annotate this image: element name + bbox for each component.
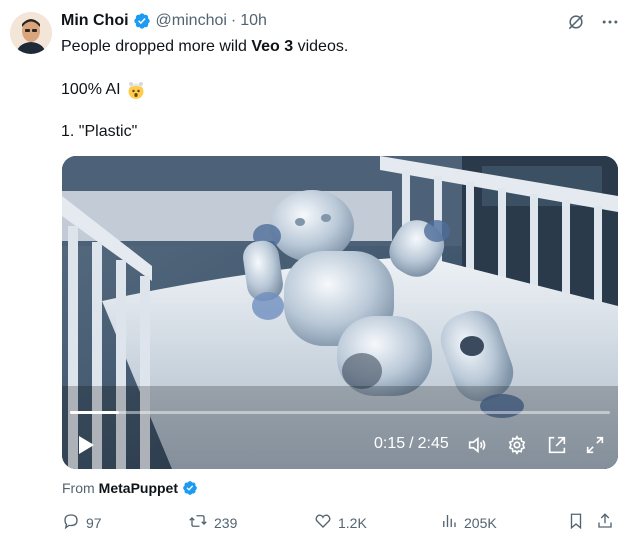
views-icon	[440, 512, 458, 533]
reply-button[interactable]: 97	[62, 512, 102, 533]
grok-icon[interactable]	[566, 12, 586, 32]
views-button[interactable]: 205K	[440, 512, 497, 533]
verified-badge-icon	[182, 480, 198, 496]
bookmark-icon	[567, 512, 585, 533]
tweet-time[interactable]: 10h	[240, 12, 267, 30]
video-time-separator: /	[409, 435, 414, 452]
views-count: 205K	[464, 514, 497, 531]
tweet-text-line-2: 100% AI	[61, 80, 146, 100]
settings-icon[interactable]	[506, 434, 528, 456]
text-bold: Veo 3	[251, 38, 294, 55]
video-source-attribution: From MetaPuppet	[62, 480, 198, 496]
play-icon[interactable]	[76, 434, 96, 456]
source-prefix: From	[62, 480, 95, 496]
tweet-text-line-3: 1. "Plastic"	[61, 123, 138, 140]
volume-icon[interactable]	[466, 434, 488, 456]
like-icon	[314, 512, 332, 533]
share-button[interactable]	[596, 512, 614, 533]
tweet-top-actions	[566, 12, 620, 32]
text-prefix: People dropped more wild	[61, 38, 252, 55]
retweet-count: 239	[214, 514, 238, 531]
video-frame	[62, 156, 618, 469]
video-progress-bar[interactable]	[70, 411, 610, 414]
avatar[interactable]	[10, 12, 52, 54]
verified-badge-icon	[133, 12, 151, 30]
like-button[interactable]: 1.2K	[314, 512, 367, 533]
header-separator: ·	[230, 12, 237, 29]
video-timecode: 0:15 / 2:45	[374, 435, 449, 453]
retweet-icon	[188, 512, 208, 533]
text-ai-label: 100% AI	[61, 81, 121, 98]
video-player[interactable]: 0:15 / 2:45	[62, 156, 618, 469]
tweet-text-line-1: People dropped more wild Veo 3 videos.	[61, 37, 348, 57]
more-icon[interactable]	[600, 12, 620, 32]
pip-icon[interactable]	[546, 434, 568, 456]
video-progress-fill	[70, 411, 120, 414]
author-handle[interactable]: @minchoi	[156, 12, 227, 30]
source-name[interactable]: MetaPuppet	[99, 480, 178, 496]
tweet-action-bar: 97 239 1.2K 205K	[62, 512, 622, 534]
share-icon	[596, 512, 614, 533]
author-name[interactable]: Min Choi	[61, 12, 129, 30]
reply-icon	[62, 512, 80, 533]
video-time-current: 0:15	[374, 435, 406, 452]
video-controls: 0:15 / 2:45	[62, 429, 618, 461]
reply-count: 97	[86, 514, 102, 531]
tweet-header: Min Choi @minchoi · 10h	[61, 11, 267, 31]
like-count: 1.2K	[338, 514, 367, 531]
video-time-total: 2:45	[417, 435, 449, 452]
bookmark-button[interactable]	[567, 512, 585, 533]
fullscreen-icon[interactable]	[584, 434, 606, 456]
retweet-button[interactable]: 239	[188, 512, 237, 533]
text-suffix: videos.	[293, 38, 349, 55]
exploding-head-emoji	[126, 80, 146, 100]
